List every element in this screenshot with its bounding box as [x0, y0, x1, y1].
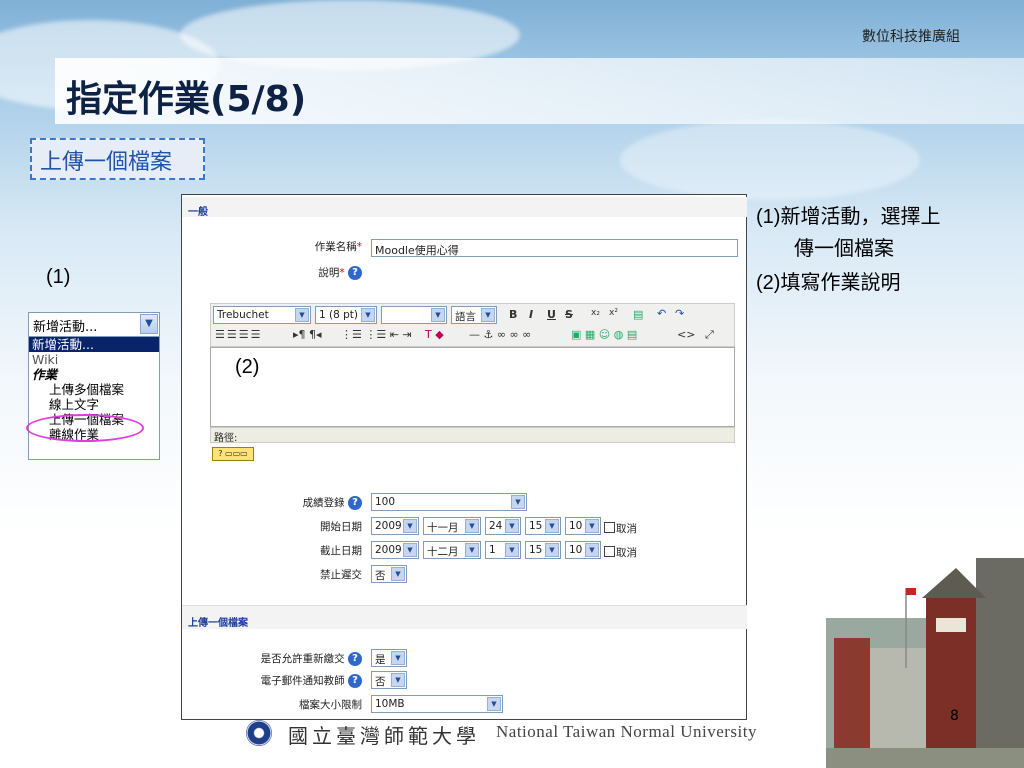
page-number: 8	[950, 708, 959, 724]
dropdown-option[interactable]: 上傳多個檔案	[29, 382, 159, 397]
start-hour-select[interactable]: 15 ▼	[525, 517, 561, 535]
due-date-label: 截止日期	[320, 545, 362, 557]
font-select[interactable]: Trebuchet ▼	[213, 306, 311, 324]
section-general: 一般	[182, 197, 747, 218]
size-select[interactable]: 1 (8 pt) ▼	[315, 306, 377, 324]
page-title: 指定作業(5/8)	[66, 79, 307, 120]
prevent-late-label: 禁止遲交	[320, 569, 362, 581]
desc-label: 說明* ?	[242, 265, 362, 280]
note-step1-cont: 傳一個檔案	[794, 238, 894, 260]
editor-help-button[interactable]: ? ▭▭▭	[212, 447, 254, 461]
name-label: 作業名稱*	[314, 241, 362, 253]
list-icons[interactable]: ⋮☰ ⋮☰ ⇤ ⇥	[341, 328, 412, 341]
color-icons[interactable]: T ◆	[425, 328, 444, 341]
redo-button[interactable]: ↷	[675, 307, 684, 320]
start-month-select[interactable]: 十一月 ▼	[423, 517, 481, 535]
fullscreen-icon[interactable]: ⤢	[705, 328, 714, 342]
insert-icons[interactable]: ▣ ▦ ☺ ◍ ▤	[571, 328, 637, 341]
underline-button[interactable]: U	[547, 308, 556, 321]
marker-2: (2)	[235, 356, 260, 378]
start-minute-select[interactable]: 10 ▼	[565, 517, 601, 535]
dropdown-option[interactable]: 新增活動...	[29, 337, 159, 352]
due-disable-checkbox[interactable]	[604, 546, 615, 557]
note-step2: (2)填寫作業說明	[756, 272, 901, 294]
bold-button[interactable]: B	[509, 308, 517, 321]
html-icon[interactable]: <>	[677, 328, 695, 341]
help-icon[interactable]: ?	[348, 674, 362, 688]
start-year-select[interactable]: 2009 ▼	[371, 517, 419, 535]
format-select[interactable]: ▼	[381, 306, 447, 324]
dropdown-selected-text: 新增活動...	[33, 320, 98, 335]
align-icons[interactable]: ☰☰☰☰	[215, 328, 262, 341]
help-icon[interactable]: ?	[348, 652, 362, 666]
description-editor[interactable]: (2)	[210, 347, 735, 427]
grade-label: 成績登錄 ?	[222, 495, 362, 510]
note-step1: (1)新增活動，選擇上	[756, 206, 941, 228]
disable-label: 取消	[616, 523, 637, 535]
superscript-button[interactable]: x²	[609, 308, 618, 318]
highlight-circle	[26, 414, 144, 442]
dropdown-group: 作業	[32, 367, 58, 382]
subscript-button[interactable]: x₂	[591, 308, 600, 318]
editor-toolbar: Trebuchet ▼ 1 (8 pt) ▼ ▼ 語言 ▼ B I U S x₂ x²…	[210, 303, 735, 347]
section-upload: 上傳一個檔案	[182, 605, 747, 629]
due-minute-select[interactable]: 10 ▼	[565, 541, 601, 559]
strike-button[interactable]: S	[565, 308, 573, 321]
marker-1: (1)	[46, 266, 71, 288]
dropdown-option[interactable]: 線上文字	[29, 397, 159, 412]
start-disable-checkbox[interactable]	[604, 522, 615, 533]
prevent-late-select[interactable]: 否 ▼	[371, 565, 407, 583]
link-icons[interactable]: — ⚓ ∞ ∞ ∞	[469, 328, 531, 341]
university-logo-icon	[246, 720, 272, 746]
dropdown-option[interactable]: Wiki	[29, 352, 159, 367]
direction-icons[interactable]: ▸¶ ¶◂	[293, 328, 322, 341]
italic-button[interactable]: I	[529, 308, 533, 321]
due-day-select[interactable]: 1 ▼	[485, 541, 521, 559]
chevron-down-icon[interactable]: ▼	[140, 314, 158, 334]
disable-label: 取消	[616, 547, 637, 559]
maxsize-label: 檔案大小限制	[299, 699, 362, 711]
undo-button[interactable]: ↶	[657, 307, 666, 320]
campus-building-image	[826, 558, 1024, 768]
email-select[interactable]: 否 ▼	[371, 671, 407, 689]
start-date-label: 開始日期	[320, 521, 362, 533]
maxsize-select[interactable]: 10MB ▼	[371, 695, 503, 713]
due-year-select[interactable]: 2009 ▼	[371, 541, 419, 559]
name-input[interactable]: Moodle使用心得	[371, 239, 738, 257]
university-name-zh: 國立臺灣師範大學	[288, 724, 480, 748]
assignment-form: 一般 作業名稱* Moodle使用心得 說明* ? Trebuchet ▼ 1 (…	[181, 194, 747, 720]
dropdown-selected[interactable]: 新增活動... ▼	[29, 313, 159, 337]
resubmit-select[interactable]: 是 ▼	[371, 649, 407, 667]
clean-icon[interactable]: ▤	[633, 308, 643, 321]
help-icon[interactable]: ?	[348, 266, 362, 280]
subtitle: 上傳一個檔案	[40, 150, 173, 175]
help-icon[interactable]: ?	[348, 496, 362, 510]
university-name-en: National Taiwan Normal University	[496, 722, 757, 741]
grade-select[interactable]: 100 ▼	[371, 493, 527, 511]
org-name: 數位科技推廣組	[862, 29, 960, 45]
lang-select[interactable]: 語言 ▼	[451, 306, 497, 324]
due-hour-select[interactable]: 15 ▼	[525, 541, 561, 559]
editor-path: 路徑:	[210, 427, 735, 444]
email-label: 電子郵件通知教師 ?	[202, 673, 362, 688]
resubmit-label: 是否允許重新繳交 ?	[202, 651, 362, 666]
due-month-select[interactable]: 十二月 ▼	[423, 541, 481, 559]
start-day-select[interactable]: 24 ▼	[485, 517, 521, 535]
